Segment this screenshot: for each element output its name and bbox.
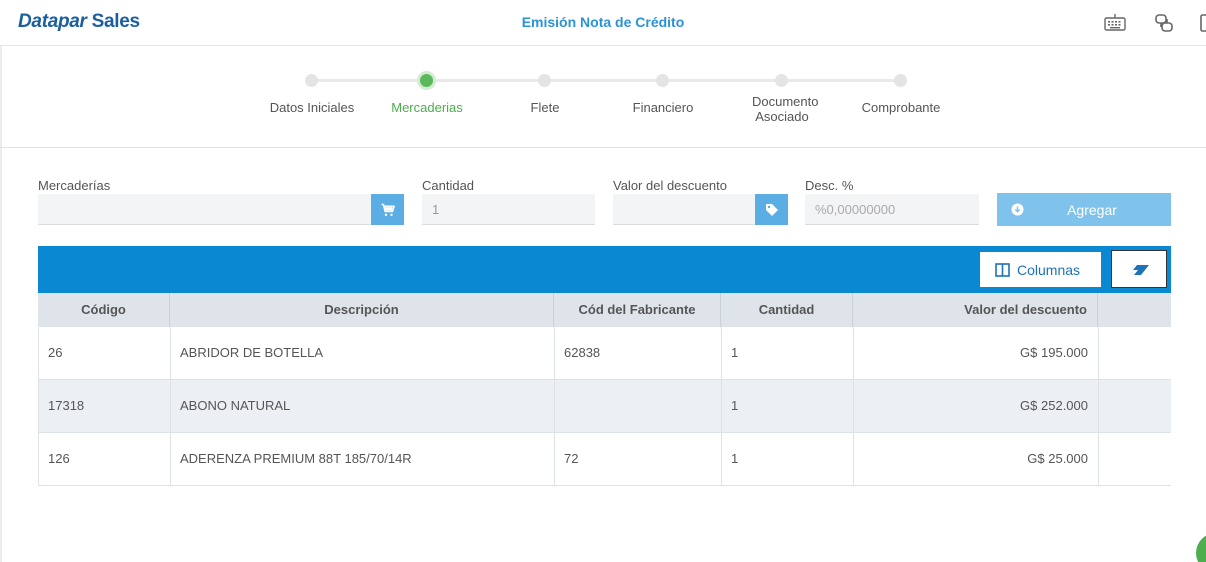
clear-filters-button[interactable] — [1111, 250, 1167, 288]
desc-pct-label: Desc. % — [805, 178, 854, 193]
step-label: Mercaderias — [391, 100, 463, 115]
cell-valor-descuento: G$ 25.000 — [854, 433, 1099, 485]
table-header: Código Descripción Cód del Fabricante Ca… — [38, 293, 1171, 327]
mercaderias-label: Mercaderías — [38, 178, 111, 193]
cell-extra — [1099, 380, 1172, 432]
cell-cod-fabricante — [555, 380, 722, 432]
cell-valor-descuento: G$ 195.000 — [854, 327, 1099, 379]
page-title: Emisión Nota de Crédito — [521, 14, 685, 30]
step-label: Flete — [530, 100, 560, 115]
cell-cod-fabricante: 62838 — [555, 327, 722, 379]
tag-icon — [765, 203, 778, 216]
step-dot — [894, 74, 907, 87]
col-header-codigo[interactable]: Código — [38, 293, 170, 327]
desc-pct-input[interactable] — [805, 194, 979, 225]
step-dot-active — [417, 71, 436, 90]
step-datos-iniciales[interactable]: Datos Iniciales — [252, 46, 372, 146]
step-label: Financiero — [632, 100, 694, 115]
mercaderias-input[interactable] — [38, 194, 371, 225]
wizard-stepper: Datos Iniciales Mercaderias Flete Financ… — [0, 46, 1206, 148]
keyboard-icon[interactable] — [1104, 12, 1126, 34]
step-dot — [656, 74, 669, 87]
cell-codigo: 26 — [39, 327, 171, 379]
app-header: Datapar Sales Emisión Nota de Crédito — [0, 0, 1206, 46]
columnas-button[interactable]: Columnas — [979, 251, 1102, 288]
col-header-cod-fabricante[interactable]: Cód del Fabricante — [554, 293, 721, 327]
table-row[interactable]: 126 ADERENZA PREMIUM 88T 185/70/14R 72 1… — [38, 433, 1171, 486]
plug-icon[interactable] — [1153, 12, 1175, 34]
cell-cantidad: 1 — [722, 433, 854, 485]
cell-extra — [1099, 327, 1172, 379]
step-dot — [305, 74, 318, 87]
cell-cantidad: 1 — [722, 380, 854, 432]
step-comprobante[interactable]: Comprobante — [841, 46, 961, 146]
step-financiero[interactable]: Financiero — [603, 46, 723, 146]
cell-cod-fabricante: 72 — [555, 433, 722, 485]
valor-descuento-input[interactable] — [613, 194, 755, 225]
col-header-valor-descuento[interactable]: Valor del descuento — [853, 293, 1098, 327]
step-dot — [538, 74, 551, 87]
step-label: Comprobante — [861, 100, 941, 115]
cart-icon — [381, 203, 395, 216]
cell-descripcion: ADERENZA PREMIUM 88T 185/70/14R — [171, 433, 555, 485]
eraser-icon — [1129, 265, 1149, 275]
columns-icon — [995, 263, 1010, 277]
agregar-label: Agregar — [1067, 202, 1117, 218]
cell-extra — [1099, 433, 1172, 485]
valor-descuento-label: Valor del descuento — [613, 178, 727, 193]
tag-button[interactable] — [755, 194, 788, 225]
cell-descripcion: ABRIDOR DE BOTELLA — [171, 327, 555, 379]
cantidad-label: Cantidad — [422, 178, 475, 193]
step-flete[interactable]: Flete — [485, 46, 605, 146]
step-label: Datos Iniciales — [269, 100, 355, 115]
table-row[interactable]: 26 ABRIDOR DE BOTELLA 62838 1 G$ 195.000 — [38, 327, 1171, 380]
step-label: Documento Asociado — [752, 94, 819, 124]
col-header-descripcion[interactable]: Descripción — [170, 293, 554, 327]
sidebar-icon[interactable] — [1199, 12, 1206, 34]
step-dot — [775, 74, 788, 87]
agregar-button[interactable]: Agregar — [997, 193, 1171, 226]
columnas-label: Columnas — [1017, 262, 1081, 278]
col-header-cantidad[interactable]: Cantidad — [721, 293, 853, 327]
table-row[interactable]: 17318 ABONO NATURAL 1 G$ 252.000 — [38, 380, 1171, 433]
cell-cantidad: 1 — [722, 327, 854, 379]
col-header-extra — [1098, 293, 1171, 327]
floating-action-button[interactable] — [1196, 533, 1206, 562]
cell-valor-descuento: G$ 252.000 — [854, 380, 1099, 432]
step-mercaderias[interactable]: Mercaderias — [367, 46, 487, 146]
cell-codigo: 126 — [39, 433, 171, 485]
cart-button[interactable] — [371, 194, 404, 225]
cell-codigo: 17318 — [39, 380, 171, 432]
step-documento-asociado[interactable]: Documento Asociado — [722, 46, 842, 146]
cell-descripcion: ABONO NATURAL — [171, 380, 555, 432]
cantidad-input[interactable] — [422, 194, 595, 225]
